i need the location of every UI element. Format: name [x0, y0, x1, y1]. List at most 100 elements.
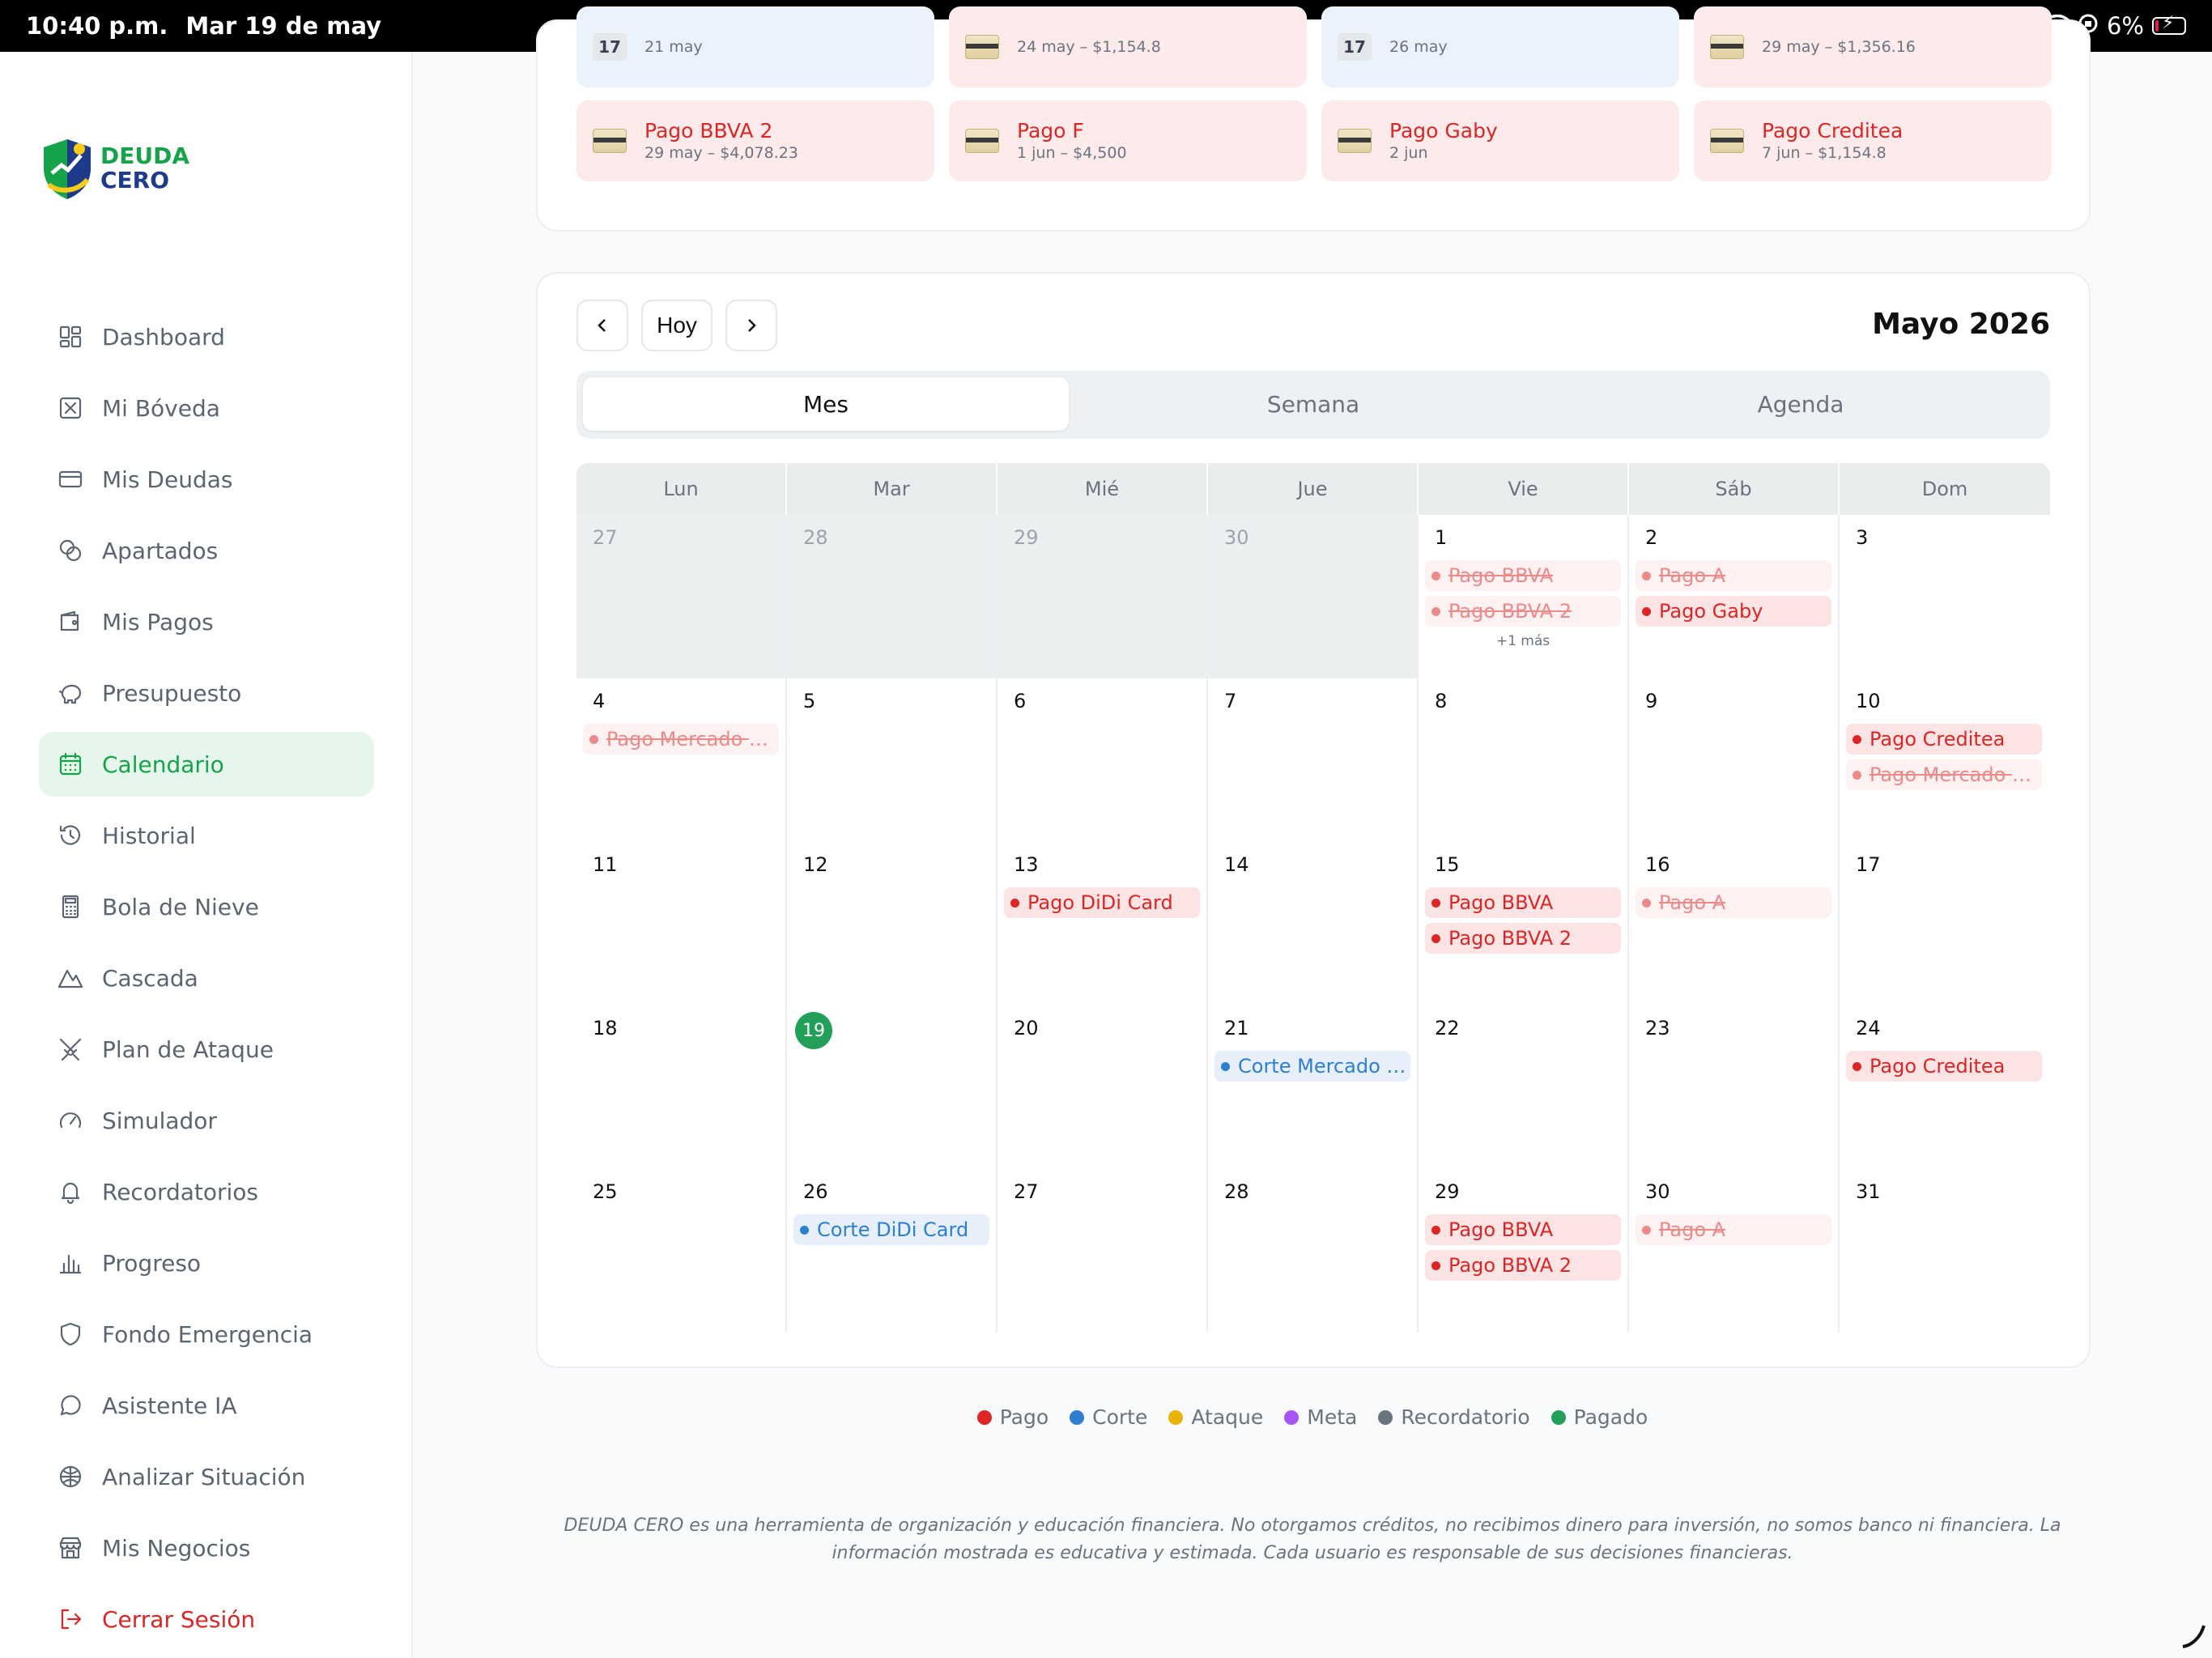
upcoming-item[interactable]: Pago BBVA 2 29 may – $4,078.23 — [576, 100, 934, 181]
day-number: 25 — [593, 1180, 618, 1203]
calendar-day[interactable]: 17 — [1840, 842, 2050, 1005]
card-icon — [1710, 129, 1744, 153]
calendar-event[interactable]: Pago Mercado Pa... — [583, 724, 779, 755]
sidebar-item-mi-boveda[interactable]: Mi Bóveda — [39, 376, 374, 440]
sidebar-item-calendario[interactable]: Calendario — [39, 732, 374, 797]
event-dot — [1642, 898, 1651, 908]
calendar-day[interactable]: 28 — [1208, 1169, 1419, 1333]
calendar-event[interactable]: Pago BBVA — [1425, 887, 1621, 918]
today-marker: 19 — [795, 1012, 832, 1049]
tab-agenda[interactable]: Agenda — [1558, 377, 2044, 431]
calendar-day[interactable]: 19 — [787, 1005, 998, 1169]
upcoming-item[interactable]: Pago Creditea 7 jun – $1,154.8 — [1694, 100, 2052, 181]
calendar-event[interactable]: Pago BBVA 2 — [1425, 923, 1621, 954]
calendar-event[interactable]: Pago A — [1636, 560, 1831, 591]
sidebar-item-dashboard[interactable]: Dashboard — [39, 304, 374, 369]
calendar-event[interactable]: Pago BBVA 2 — [1425, 596, 1621, 627]
calendar-day[interactable]: 11 — [576, 842, 787, 1005]
calendar-event[interactable]: Pago BBVA — [1425, 560, 1621, 591]
sidebar-item-cascada[interactable]: Cascada — [39, 946, 374, 1010]
calendar-day[interactable]: 25 — [576, 1169, 787, 1333]
calendar-icon — [57, 750, 84, 778]
sidebar-item-analizar-situacion[interactable]: Analizar Situación — [39, 1444, 374, 1509]
calendar-day[interactable]: 30 — [1208, 515, 1419, 678]
calendar-day[interactable]: 7 — [1208, 678, 1419, 842]
calendar-event[interactable]: Pago Gaby — [1636, 596, 1831, 627]
tab-semana[interactable]: Semana — [1070, 377, 1556, 431]
app-logo[interactable]: DEUDA CERO — [40, 136, 189, 201]
calendar-event[interactable]: Pago BBVA — [1425, 1214, 1621, 1245]
calendar-day[interactable]: 28 — [787, 515, 998, 678]
sidebar-item-mis-negocios[interactable]: Mis Negocios — [39, 1516, 374, 1580]
calendar-event[interactable]: Pago A — [1636, 1214, 1831, 1245]
upcoming-item[interactable]: 17 21 may — [576, 6, 934, 87]
calendar-event[interactable]: Pago Creditea — [1846, 1051, 2042, 1082]
calendar-day[interactable]: 12 — [787, 842, 998, 1005]
event-dot — [1221, 1061, 1230, 1071]
sidebar-item-bola-de-nieve[interactable]: Bola de Nieve — [39, 874, 374, 939]
sidebar-item-plan-de-ataque[interactable]: Plan de Ataque — [39, 1017, 374, 1082]
calendar-event[interactable]: Pago BBVA 2 — [1425, 1250, 1621, 1281]
sidebar-item-fondo-emergencia[interactable]: Fondo Emergencia — [39, 1302, 374, 1367]
calendar-day[interactable]: 24 Pago Creditea — [1840, 1005, 2050, 1169]
calendar-day[interactable]: 23 — [1629, 1005, 1840, 1169]
calendar-day[interactable]: 8 — [1419, 678, 1629, 842]
next-month-button[interactable] — [725, 300, 777, 351]
upcoming-item-title: Pago Creditea — [1762, 119, 1904, 142]
calendar-day[interactable]: 20 — [998, 1005, 1208, 1169]
sidebar-item-historial[interactable]: Historial — [39, 803, 374, 868]
calendar-event[interactable]: Corte DiDi Card — [793, 1214, 989, 1245]
calendar-day[interactable]: 29 Pago BBVA Pago BBVA 2 — [1419, 1169, 1629, 1333]
upcoming-item[interactable]: 17 26 may — [1321, 6, 1679, 87]
upcoming-item-text: Pago Creditea 7 jun – $1,154.8 — [1762, 119, 1903, 163]
mountain-icon — [57, 964, 84, 992]
calendar-event[interactable]: Pago A — [1636, 887, 1831, 918]
prev-month-button[interactable] — [576, 300, 628, 351]
sidebar-item-presupuesto[interactable]: Presupuesto — [39, 661, 374, 725]
calendar-day[interactable]: 18 — [576, 1005, 787, 1169]
calendar-day[interactable]: 29 — [998, 515, 1208, 678]
upcoming-item[interactable]: 24 may – $1,154.8 — [949, 6, 1307, 87]
sidebar-item-mis-deudas[interactable]: Mis Deudas — [39, 447, 374, 512]
calendar-day[interactable]: 3 — [1840, 515, 2050, 678]
upcoming-item[interactable]: Pago Gaby 2 jun — [1321, 100, 1679, 181]
upcoming-item[interactable]: Pago F 1 jun – $4,500 — [949, 100, 1307, 181]
calendar-day[interactable]: 5 — [787, 678, 998, 842]
sidebar-item-recordatorios[interactable]: Recordatorios — [39, 1159, 374, 1224]
calendar-day[interactable]: 14 — [1208, 842, 1419, 1005]
calendar-day[interactable]: 6 — [998, 678, 1208, 842]
sidebar-item-apartados[interactable]: Apartados — [39, 518, 374, 583]
upcoming-item[interactable]: 29 may – $1,356.16 — [1694, 6, 2052, 87]
calendar-event[interactable]: Pago Creditea — [1846, 724, 2042, 755]
calendar-day[interactable]: 4 Pago Mercado Pa... — [576, 678, 787, 842]
sidebar-item-progreso[interactable]: Progreso — [39, 1231, 374, 1295]
calendar-day[interactable]: 30 Pago A — [1629, 1169, 1840, 1333]
tab-mes[interactable]: Mes — [583, 377, 1069, 431]
upcoming-item-text: Pago Gaby 2 jun — [1389, 119, 1498, 163]
calendar-17-icon: 17 — [1338, 33, 1372, 61]
calendar-day[interactable]: 22 — [1419, 1005, 1629, 1169]
calendar-day[interactable]: 27 — [576, 515, 787, 678]
calendar-day[interactable]: 26 Corte DiDi Card — [787, 1169, 998, 1333]
calendar-event[interactable]: Corte Mercado P... — [1214, 1051, 1410, 1082]
calendar-day[interactable]: 9 — [1629, 678, 1840, 842]
calendar-day[interactable]: 1 Pago BBVA Pago BBVA 2 +1 más — [1419, 515, 1629, 678]
calendar-day[interactable]: 21 Corte Mercado P... — [1208, 1005, 1419, 1169]
legend-dot — [1168, 1409, 1184, 1425]
calendar-day[interactable]: 2 Pago A Pago Gaby — [1629, 515, 1840, 678]
calendar-day[interactable]: 15 Pago BBVA Pago BBVA 2 — [1419, 842, 1629, 1005]
calendar-day[interactable]: 27 — [998, 1169, 1208, 1333]
more-events-link[interactable]: +1 más — [1419, 633, 1627, 649]
sidebar-item-asistente-ia[interactable]: Asistente IA — [39, 1373, 374, 1438]
sidebar-item-cerrar-sesion[interactable]: Cerrar Sesión — [39, 1587, 374, 1652]
calendar-day[interactable]: 16 Pago A — [1629, 842, 1840, 1005]
sidebar-item-simulador[interactable]: Simulador — [39, 1088, 374, 1153]
calendar-day[interactable]: 10 Pago Creditea Pago Mercado Cr... — [1840, 678, 2050, 842]
calendar-event[interactable]: Pago Mercado Cr... — [1846, 759, 2042, 790]
store-icon — [57, 1534, 84, 1562]
calendar-day[interactable]: 31 — [1840, 1169, 2050, 1333]
calendar-event[interactable]: Pago DiDi Card — [1004, 887, 1200, 918]
calendar-day[interactable]: 13 Pago DiDi Card — [998, 842, 1208, 1005]
today-button[interactable]: Hoy — [641, 300, 713, 351]
sidebar-item-mis-pagos[interactable]: Mis Pagos — [39, 589, 374, 654]
